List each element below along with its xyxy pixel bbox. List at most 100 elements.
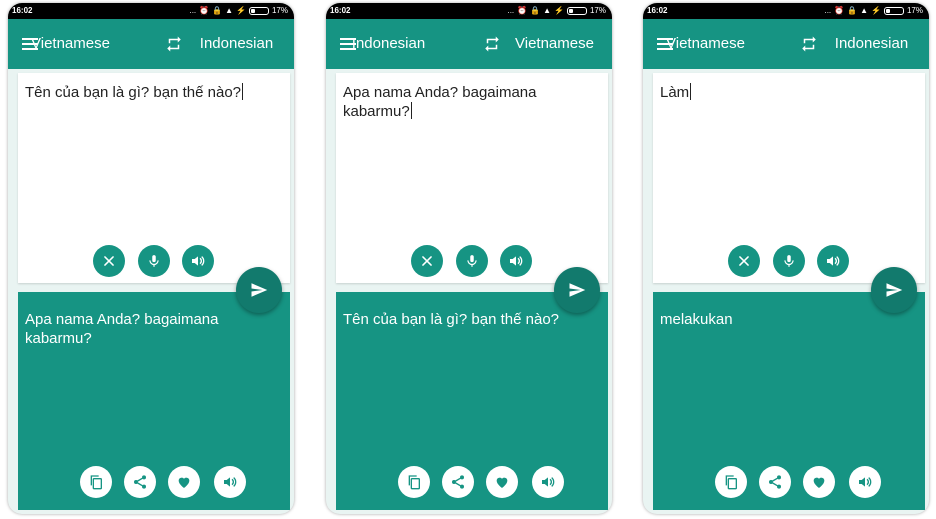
input-text-field[interactable]: Làm bbox=[660, 83, 915, 102]
output-card: Tên của bạn là gì? bạn thế nào? bbox=[336, 292, 608, 510]
status-time: 16:02 bbox=[330, 6, 351, 15]
translate-send-button[interactable] bbox=[554, 267, 600, 313]
speak-input-button[interactable] bbox=[817, 245, 849, 277]
copy-icon bbox=[90, 475, 102, 490]
translate-send-button[interactable] bbox=[871, 267, 917, 313]
share-button[interactable] bbox=[124, 466, 156, 498]
app-toolbar: Vietnamese Indonesian bbox=[643, 19, 929, 69]
microphone-button[interactable] bbox=[138, 245, 170, 277]
input-text-field[interactable]: Tên của bạn là gì? bạn thế nào? bbox=[25, 83, 280, 102]
alarm-icon: ⏰ bbox=[517, 6, 528, 15]
share-button[interactable] bbox=[442, 466, 474, 498]
clear-button[interactable] bbox=[93, 245, 125, 277]
source-language-button[interactable]: Vietnamese bbox=[8, 19, 133, 69]
copy-button[interactable] bbox=[398, 466, 430, 498]
output-text: melakukan bbox=[660, 311, 733, 328]
favorite-button[interactable] bbox=[168, 466, 200, 498]
copy-button[interactable] bbox=[715, 466, 747, 498]
output-text: Tên của bạn là gì? bạn thế nào? bbox=[343, 311, 560, 328]
send-icon bbox=[569, 283, 586, 297]
speak-output-button[interactable] bbox=[532, 466, 564, 498]
close-icon bbox=[739, 256, 749, 266]
microphone-icon bbox=[149, 255, 159, 267]
source-language-button[interactable]: Indonesian bbox=[326, 19, 451, 69]
status-icons: ... ⏰ 🔒 ▲ ⚡ 17% bbox=[824, 3, 923, 19]
status-time: 16:02 bbox=[12, 6, 33, 15]
status-dots: ... bbox=[189, 6, 197, 15]
status-bar: 16:02 ... ⏰ 🔒 ▲ ⚡ 17% bbox=[8, 3, 294, 19]
output-text: Apa nama Anda? bagaimana kabarmu? bbox=[25, 311, 219, 347]
share-icon bbox=[452, 475, 464, 489]
speak-input-button[interactable] bbox=[182, 245, 214, 277]
speaker-icon bbox=[542, 477, 555, 487]
charging-icon: ⚡ bbox=[236, 6, 246, 15]
speaker-icon bbox=[224, 477, 237, 487]
status-icons: ... ⏰ 🔒 ▲ ⚡ 17% bbox=[507, 3, 606, 19]
microphone-icon bbox=[784, 255, 794, 267]
alarm-icon: ⏰ bbox=[834, 6, 845, 15]
lock-icon: 🔒 bbox=[530, 6, 541, 15]
battery-icon bbox=[248, 7, 269, 15]
battery-icon bbox=[566, 7, 587, 15]
text-caret bbox=[690, 83, 692, 100]
source-language-button[interactable]: Vietnamese bbox=[643, 19, 768, 69]
target-language-button[interactable]: Vietnamese bbox=[497, 19, 612, 69]
close-icon bbox=[422, 256, 432, 266]
output-card: Apa nama Anda? bagaimana kabarmu? bbox=[18, 292, 290, 510]
share-button[interactable] bbox=[759, 466, 791, 498]
input-card: Tên của bạn là gì? bạn thế nào? bbox=[18, 73, 290, 283]
status-icons: ... ⏰ 🔒 ▲ ⚡ 17% bbox=[189, 3, 288, 19]
speaker-icon bbox=[859, 477, 872, 487]
signal-icon: ▲ bbox=[225, 6, 234, 15]
send-icon bbox=[886, 283, 903, 297]
text-caret bbox=[242, 83, 244, 100]
clear-button[interactable] bbox=[728, 245, 760, 277]
phone-screen-3: 16:02 ... ⏰ 🔒 ▲ ⚡ 17% Vietnamese Indones… bbox=[643, 3, 929, 514]
favorite-button[interactable] bbox=[803, 466, 835, 498]
heart-icon bbox=[178, 477, 190, 488]
copy-icon bbox=[408, 475, 420, 490]
translate-send-button[interactable] bbox=[236, 267, 282, 313]
signal-icon: ▲ bbox=[860, 6, 869, 15]
share-icon bbox=[769, 475, 781, 489]
battery-level: 17% bbox=[589, 6, 606, 15]
phone-screen-1: 16:02 ... ⏰ 🔒 ▲ ⚡ 17% Vietnamese Indones… bbox=[8, 3, 294, 514]
battery-icon bbox=[883, 7, 904, 15]
speaker-icon bbox=[510, 256, 523, 266]
text-caret bbox=[410, 102, 412, 119]
status-time: 16:02 bbox=[647, 6, 668, 15]
signal-icon: ▲ bbox=[543, 6, 552, 15]
input-text-field[interactable]: Apa nama Anda? bagaimana kabarmu? bbox=[343, 83, 598, 121]
share-icon bbox=[134, 475, 146, 489]
input-card: Làm bbox=[653, 73, 925, 283]
status-bar: 16:02 ... ⏰ 🔒 ▲ ⚡ 17% bbox=[643, 3, 929, 19]
copy-button[interactable] bbox=[80, 466, 112, 498]
charging-icon: ⚡ bbox=[554, 6, 564, 15]
input-card: Apa nama Anda? bagaimana kabarmu? bbox=[336, 73, 608, 283]
phone-screen-2: 16:02 ... ⏰ 🔒 ▲ ⚡ 17% Indonesian Vietnam… bbox=[326, 3, 612, 514]
microphone-button[interactable] bbox=[456, 245, 488, 277]
app-toolbar: Vietnamese Indonesian bbox=[8, 19, 294, 69]
target-language-button[interactable]: Indonesian bbox=[179, 19, 294, 69]
speak-output-button[interactable] bbox=[849, 466, 881, 498]
input-text: Tên của bạn là gì? bạn thế nào? bbox=[25, 84, 242, 101]
heart-icon bbox=[496, 477, 508, 488]
clear-button[interactable] bbox=[411, 245, 443, 277]
output-card: melakukan bbox=[653, 292, 925, 510]
speaker-icon bbox=[192, 256, 205, 266]
speak-input-button[interactable] bbox=[500, 245, 532, 277]
microphone-icon bbox=[467, 255, 477, 267]
lock-icon: 🔒 bbox=[212, 6, 223, 15]
status-dots: ... bbox=[507, 6, 515, 15]
speak-output-button[interactable] bbox=[214, 466, 246, 498]
close-icon bbox=[104, 256, 114, 266]
status-bar: 16:02 ... ⏰ 🔒 ▲ ⚡ 17% bbox=[326, 3, 612, 19]
copy-icon bbox=[725, 475, 737, 490]
speaker-icon bbox=[827, 256, 840, 266]
favorite-button[interactable] bbox=[486, 466, 518, 498]
status-dots: ... bbox=[824, 6, 832, 15]
target-language-button[interactable]: Indonesian bbox=[814, 19, 929, 69]
heart-icon bbox=[813, 477, 825, 488]
microphone-button[interactable] bbox=[773, 245, 805, 277]
input-text: Apa nama Anda? bagaimana kabarmu? bbox=[343, 84, 537, 120]
